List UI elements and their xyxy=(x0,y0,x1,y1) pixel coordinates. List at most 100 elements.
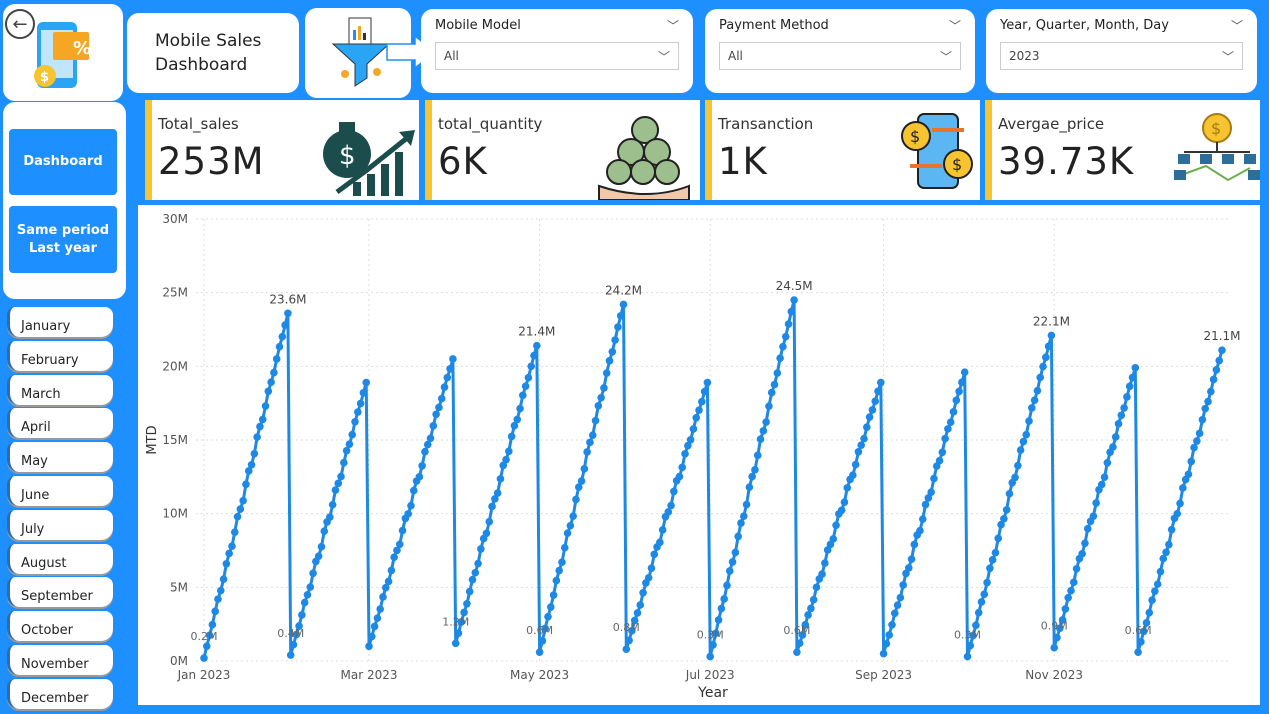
data-point xyxy=(588,431,597,440)
data-point xyxy=(284,309,292,318)
data-point xyxy=(974,608,983,617)
data-point xyxy=(314,552,323,560)
data-point xyxy=(916,526,924,535)
data-point xyxy=(714,616,723,624)
coin-network-icon: $ xyxy=(1174,113,1260,182)
slicer-dropdown[interactable]: All ﹀ xyxy=(435,42,679,70)
data-point xyxy=(530,351,538,360)
month-button-november[interactable]: November xyxy=(7,644,113,675)
slicer-payment-method[interactable]: Payment Method ﹀ All ﹀ xyxy=(705,9,975,93)
same-period-last-year-button[interactable]: Same period Last year xyxy=(9,206,117,273)
month-button-february[interactable]: February xyxy=(7,340,113,371)
data-point xyxy=(502,455,510,464)
data-point xyxy=(703,378,712,387)
kpi-total-sales: Total_sales 253M $ xyxy=(145,100,419,200)
data-point xyxy=(829,535,838,543)
data-point xyxy=(365,642,373,651)
data-point xyxy=(326,513,334,521)
month-button-march[interactable]: March xyxy=(7,374,113,405)
data-point xyxy=(437,394,446,403)
data-point xyxy=(387,566,396,575)
data-point xyxy=(941,434,949,443)
kpi-value: 6K xyxy=(438,140,488,183)
data-point xyxy=(725,567,734,575)
data-point xyxy=(1036,373,1045,382)
month-button-april[interactable]: April xyxy=(7,408,113,439)
data-point xyxy=(239,496,247,505)
slicer-dropdown[interactable]: 2023 ﹀ xyxy=(1000,42,1243,70)
month-button-september[interactable]: September xyxy=(7,577,113,608)
data-point xyxy=(521,382,530,391)
mtd-line-chart: 0M 5M 10M 15M 20M 25M 30M Jan 2023 Mar 2023 May 2… xyxy=(138,205,1260,705)
month-button-june[interactable]: June xyxy=(7,475,113,506)
data-point xyxy=(435,403,443,412)
chevron-down-icon: ﹀ xyxy=(1221,49,1234,64)
chevron-down-icon[interactable]: ﹀ xyxy=(667,17,679,34)
data-point xyxy=(952,396,961,405)
data-point xyxy=(1153,580,1162,588)
data-point xyxy=(602,369,611,377)
data-point xyxy=(605,357,614,365)
slicer-mobile-model[interactable]: Mobile Model ﹀ All ﹀ xyxy=(421,9,693,93)
data-point xyxy=(692,413,701,422)
data-point xyxy=(1067,586,1075,595)
data-point xyxy=(256,422,264,431)
data-point xyxy=(1204,397,1212,406)
back-arrow-icon[interactable]: ← xyxy=(5,9,35,39)
data-point xyxy=(454,629,463,637)
data-point xyxy=(485,517,494,526)
data-point xyxy=(426,434,435,443)
chevron-down-icon[interactable]: ﹀ xyxy=(1231,17,1243,34)
month-button-october[interactable]: October xyxy=(7,611,113,642)
data-point xyxy=(1151,587,1159,595)
month-button-august[interactable]: August xyxy=(7,543,113,574)
data-point xyxy=(278,332,287,341)
chart-svg: 0M 5M 10M 15M 20M 25M 30M Jan 2023 Mar 2023 May 2… xyxy=(145,212,1241,701)
month-button-july[interactable]: July xyxy=(7,509,113,540)
data-point xyxy=(337,472,345,481)
slicer-dropdown[interactable]: All ﹀ xyxy=(719,42,961,70)
data-point xyxy=(443,373,452,382)
slicer-date-hierarchy[interactable]: Year, Quarter, Month, Day ﹀ 2023 ﹀ xyxy=(986,9,1257,93)
data-point xyxy=(882,639,891,648)
data-point xyxy=(650,550,659,559)
svg-text:$: $ xyxy=(40,70,49,85)
month-button-december[interactable]: December xyxy=(7,678,113,709)
data-point xyxy=(463,600,471,608)
data-point xyxy=(496,475,505,483)
data-point xyxy=(309,569,317,578)
chevron-down-icon[interactable]: ﹀ xyxy=(949,17,961,34)
data-point xyxy=(807,604,815,613)
data-point xyxy=(1064,593,1072,602)
data-point xyxy=(779,342,787,351)
data-point xyxy=(888,620,896,629)
data-point xyxy=(303,590,312,599)
data-point xyxy=(1165,540,1173,549)
data-point xyxy=(849,471,857,479)
data-point xyxy=(980,590,989,599)
slicer-label: Payment Method xyxy=(719,18,829,33)
data-point xyxy=(289,640,298,649)
month-button-may[interactable]: May xyxy=(7,442,113,473)
data-point xyxy=(843,484,852,492)
data-point xyxy=(720,595,728,603)
kpi-transaction: Transanction 1K $ $ xyxy=(705,100,980,200)
data-point xyxy=(566,521,575,530)
money-bag-growth-icon: $ xyxy=(323,122,415,196)
data-point xyxy=(991,548,1000,557)
data-point xyxy=(535,648,544,656)
data-point xyxy=(857,441,866,449)
data-point xyxy=(1148,596,1156,604)
data-point xyxy=(1137,638,1145,646)
data-point xyxy=(656,538,664,547)
data-point xyxy=(784,320,793,328)
data-point xyxy=(342,446,351,455)
data-point xyxy=(695,406,703,414)
month-button-january[interactable]: January xyxy=(7,307,113,337)
data-point xyxy=(477,545,485,553)
data-point xyxy=(790,296,798,304)
data-point xyxy=(594,401,603,410)
data-point xyxy=(1014,461,1022,470)
dashboard-button[interactable]: Dashboard xyxy=(9,129,117,195)
data-point xyxy=(1061,605,1070,613)
